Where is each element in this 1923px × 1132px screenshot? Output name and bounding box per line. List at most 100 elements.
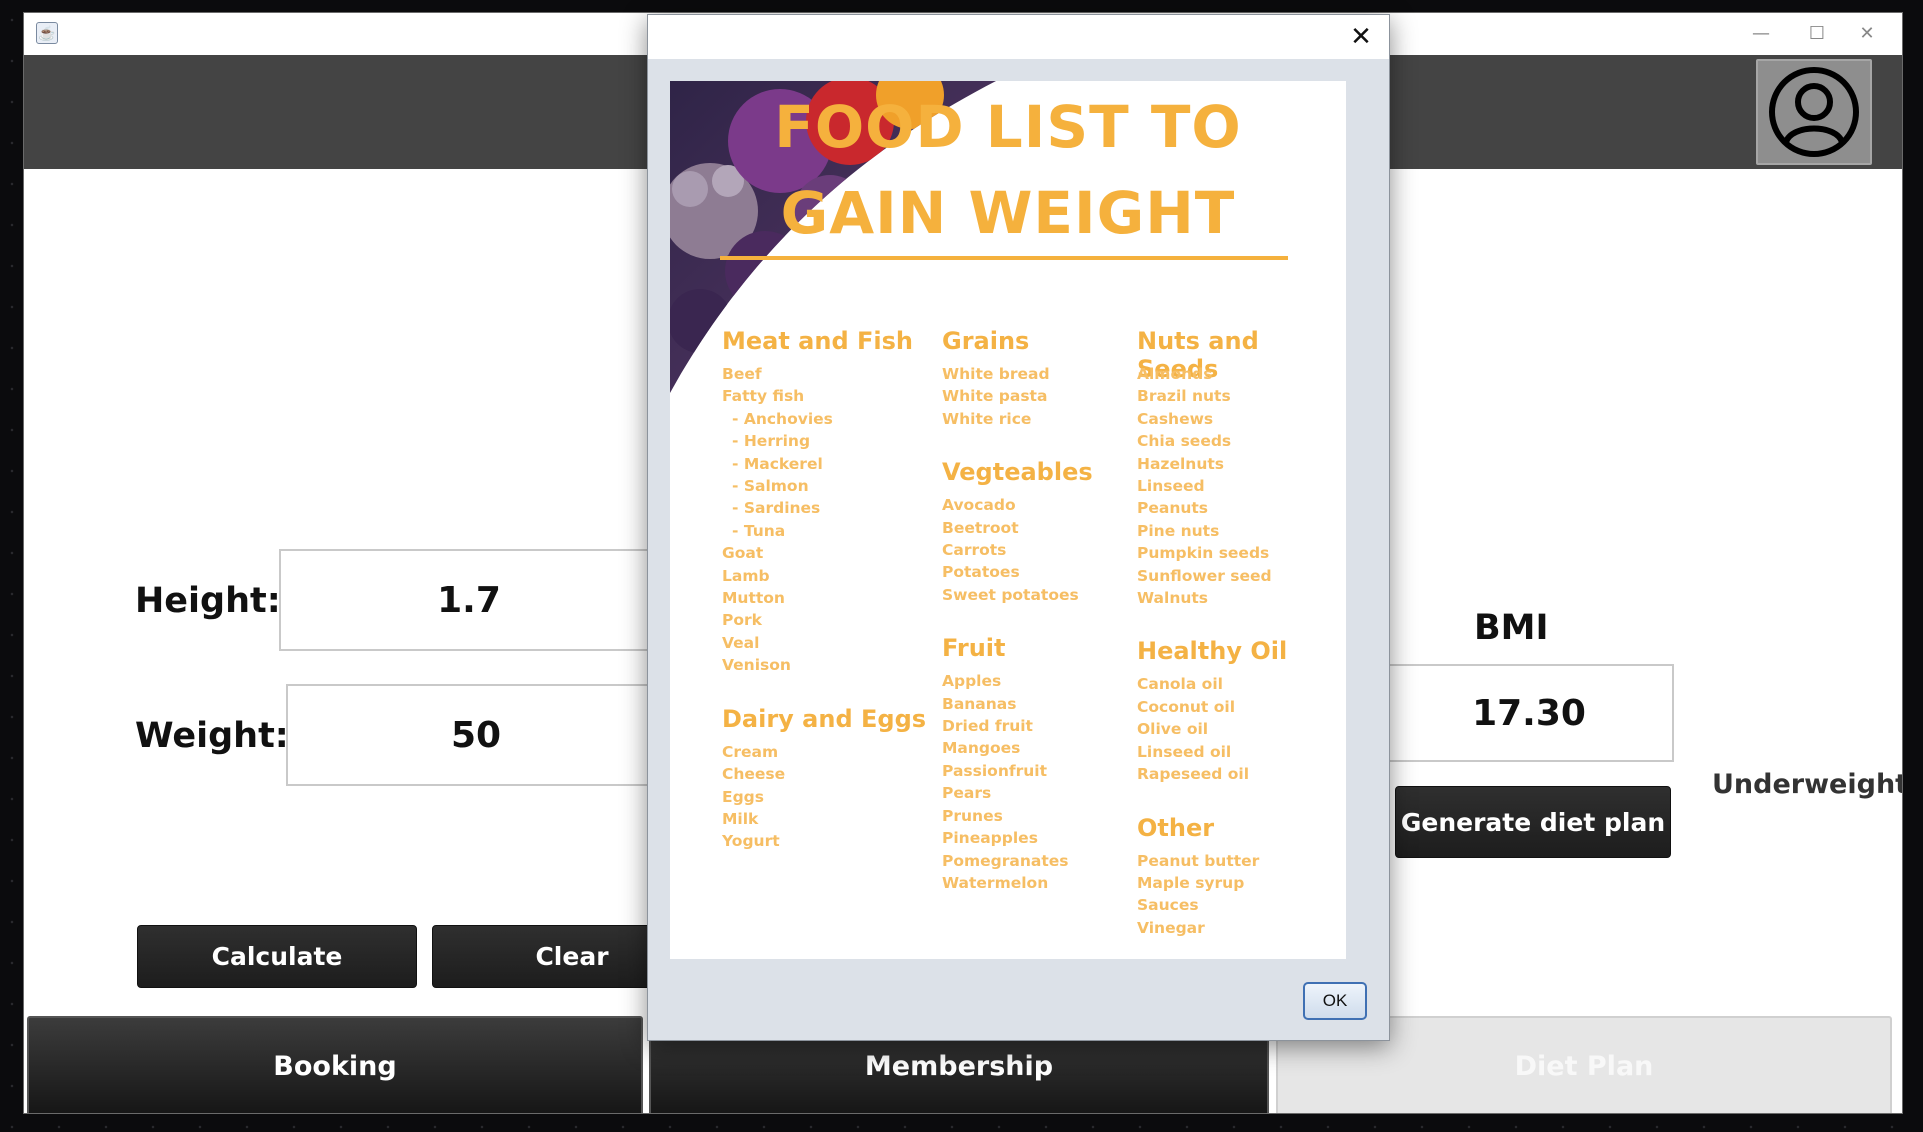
food-category-heading: Grains <box>942 327 1030 355</box>
title-underline <box>720 256 1288 260</box>
food-item: Chia seeds <box>1137 432 1232 451</box>
food-item: Pineapples <box>942 829 1038 848</box>
poster-column-1: Meat and Fish Beef Fatty fish - Anchovies - … <box>722 327 926 881</box>
food-item: Pork <box>722 611 762 630</box>
food-item: - Mackerel <box>732 454 823 473</box>
poster-column-2: Grains White bread White pasta White rice Ve… <box>942 327 1093 922</box>
food-item: Sunflower seed <box>1137 566 1272 585</box>
food-item-list: Almonds Brazil nuts Cashews Chia seeds Hazel… <box>1137 363 1346 609</box>
food-item: Carrots <box>942 541 1007 560</box>
ok-button[interactable]: OK <box>1303 982 1367 1020</box>
food-item-list: Canola oil Coconut oil Olive oil Linseed oi… <box>1137 673 1346 785</box>
profile-button[interactable] <box>1756 59 1872 165</box>
food-item: Lamb <box>722 566 770 585</box>
food-item: Peanut butter <box>1137 851 1260 870</box>
food-item: Cream <box>722 742 779 761</box>
food-category-heading: Healthy Oil <box>1137 637 1288 666</box>
close-icon[interactable]: ✕ <box>1844 19 1890 49</box>
food-item: - Anchovies <box>732 409 833 428</box>
bmi-label: BMI <box>1474 608 1549 648</box>
food-item: Olive oil <box>1137 720 1209 739</box>
height-input[interactable]: 1.7 <box>279 549 659 651</box>
food-item: Pine nuts <box>1137 521 1220 540</box>
food-item: Sweet potatoes <box>942 585 1079 604</box>
food-item: - Sardines <box>732 499 821 518</box>
calculate-button[interactable]: Calculate <box>137 925 417 988</box>
weight-input[interactable]: 50 <box>286 684 666 786</box>
bmi-output: 17.30 <box>1384 664 1674 762</box>
food-item: Peanuts <box>1137 499 1209 518</box>
food-list-poster: FOOD LIST TO GAIN WEIGHT Meat and Fish Be… <box>670 81 1346 959</box>
user-profile-icon <box>1769 67 1859 157</box>
food-item: Potatoes <box>942 563 1020 582</box>
food-item-list: Peanut butter Maple syrup Sauces Vinegar <box>1137 850 1346 940</box>
poster-title-line2: GAIN WEIGHT <box>780 179 1236 247</box>
food-item: Beef <box>722 365 762 383</box>
food-item-list: Beef Fatty fish - Anchovies - Herring - Mack… <box>722 363 926 677</box>
food-item: - Herring <box>732 432 811 451</box>
food-category-heading: Dairy and Eggs <box>722 704 927 733</box>
food-item: Linseed <box>1137 477 1205 496</box>
food-item: - Salmon <box>732 477 809 496</box>
poster-column-3: Nuts and Seeds Almonds Brazil nuts Cashews C… <box>1137 327 1346 959</box>
bmi-status: Underweight <box>1712 769 1903 800</box>
food-item: Fatty fish <box>722 387 805 406</box>
food-item: Goat <box>722 544 764 563</box>
generate-diet-plan-button[interactable]: Generate diet plan <box>1395 786 1671 858</box>
food-item: Hazelnuts <box>1137 454 1224 473</box>
food-item: Yogurt <box>722 832 780 851</box>
food-item-list: Cream Cheese Eggs Milk Yogurt <box>722 741 926 853</box>
food-item: Prunes <box>942 806 1003 825</box>
food-item: Cashews <box>1137 409 1214 428</box>
food-item: Watermelon <box>942 873 1049 892</box>
food-item: Cheese <box>722 765 786 784</box>
food-item: Veal <box>722 633 760 652</box>
food-category-heading: Meat and Fish <box>722 327 913 355</box>
food-item: Rapeseed oil <box>1137 765 1250 784</box>
food-item: Canola oil <box>1137 675 1223 694</box>
food-item: Apples <box>942 672 1002 691</box>
food-item: Mangoes <box>942 739 1021 758</box>
food-item: White bread <box>942 365 1050 383</box>
food-item: Maple syrup <box>1137 873 1245 892</box>
food-item-list: Avocado Beetroot Carrots Potatoes Sweet pota… <box>942 494 1093 606</box>
food-item: Linseed oil <box>1137 742 1232 761</box>
minimize-icon[interactable]: — <box>1738 19 1784 49</box>
height-label: Height: <box>135 581 281 621</box>
food-item: Milk <box>722 809 759 828</box>
food-list-dialog: ✕ FOOD LIST TO GAIN WEIGHT Meat and Fish… <box>647 14 1390 1041</box>
food-item: Avocado <box>942 496 1016 515</box>
weight-label: Weight: <box>135 716 289 756</box>
food-item: Mutton <box>722 589 785 608</box>
food-item: Almonds <box>1137 365 1213 383</box>
food-item: Vinegar <box>1137 918 1205 937</box>
food-item-list: Apples Bananas Dried fruit Mangoes Passionfr… <box>942 670 1093 894</box>
food-item: White rice <box>942 409 1032 428</box>
java-cup-icon: ☕ <box>36 22 58 44</box>
dialog-title-bar: ✕ <box>648 15 1389 59</box>
dialog-close-icon[interactable]: ✕ <box>1343 19 1379 55</box>
food-item: Pears <box>942 784 992 803</box>
food-item: White pasta <box>942 387 1048 406</box>
food-item: Passionfruit <box>942 761 1047 780</box>
poster-title-line1: FOOD LIST TO <box>774 93 1242 161</box>
food-item: Brazil nuts <box>1137 387 1231 406</box>
food-item-list: White bread White pasta White rice <box>942 363 1093 430</box>
nav-booking-button[interactable]: Booking <box>27 1016 643 1113</box>
food-category-heading: Nuts and Seeds <box>1137 327 1259 383</box>
food-item: Pomegranates <box>942 851 1069 870</box>
food-item: Venison <box>722 656 791 675</box>
food-item: Coconut oil <box>1137 697 1236 716</box>
food-item: - Tuna <box>732 521 786 540</box>
food-item: Sauces <box>1137 896 1199 915</box>
food-item: Beetroot <box>942 518 1019 537</box>
food-item: Pumpkin seeds <box>1137 544 1270 563</box>
food-category-heading: Fruit <box>942 634 1006 663</box>
food-item: Eggs <box>722 787 765 806</box>
food-item: Walnuts <box>1137 589 1209 608</box>
maximize-icon[interactable]: ☐ <box>1794 19 1840 49</box>
food-item: Dried fruit <box>942 717 1033 736</box>
food-category-heading: Other <box>1137 813 1215 842</box>
food-item: Bananas <box>942 694 1017 713</box>
food-category-heading: Vegteables <box>942 458 1093 487</box>
